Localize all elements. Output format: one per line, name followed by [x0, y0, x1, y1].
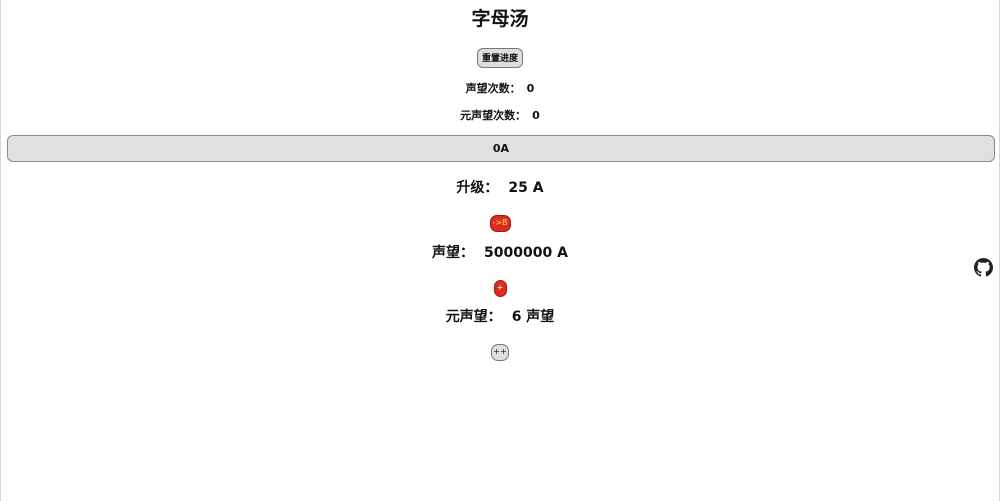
letter-counter-text: 0A — [492, 142, 510, 155]
prestige-row: 声望： 5000000 A — [1, 243, 999, 263]
meta-prestige-count-label: 元声望次数： — [460, 109, 527, 122]
prestige-count: 声望次数： 0 — [1, 81, 999, 97]
meta-prestige-count-value: 0 — [532, 109, 540, 122]
meta-prestige-row: 元声望： 6 声望 — [1, 307, 999, 327]
meta-prestige-cost: 6 声望 — [511, 309, 555, 325]
prestige-button-wrap: + — [1, 275, 999, 297]
reset-progress-button[interactable]: 重置进度 — [476, 47, 523, 68]
meta-prestige-count: 元声望次数： 0 — [1, 108, 999, 124]
upgrade-row: 升级： 25 A — [1, 178, 999, 198]
github-icon[interactable] — [974, 258, 993, 277]
page: 字母汤 重置进度 声望次数： 0 元声望次数： 0 0A 升级： 25 A ->B 声… — [0, 0, 1000, 501]
reset-button-wrap: 重置进度 — [1, 46, 999, 68]
prestige-cost: 5000000 A — [484, 245, 568, 261]
upgrade-label: 升级： — [456, 180, 499, 196]
upgrade-cost: 25 A — [508, 180, 544, 196]
prestige-label: 声望： — [432, 245, 475, 261]
meta-prestige-button-wrap: ++ — [1, 339, 999, 361]
upgrade-button[interactable]: ->B — [489, 214, 511, 232]
letter-counter-bar[interactable]: 0A — [7, 135, 995, 162]
prestige-count-label: 声望次数： — [465, 82, 521, 95]
prestige-button[interactable]: + — [493, 279, 507, 297]
upgrade-button-wrap: ->B — [1, 210, 999, 232]
prestige-count-value: 0 — [526, 82, 535, 95]
meta-prestige-label: 元声望： — [445, 309, 502, 325]
meta-prestige-button[interactable]: ++ — [491, 343, 509, 361]
page-title: 字母汤 — [471, 8, 529, 30]
